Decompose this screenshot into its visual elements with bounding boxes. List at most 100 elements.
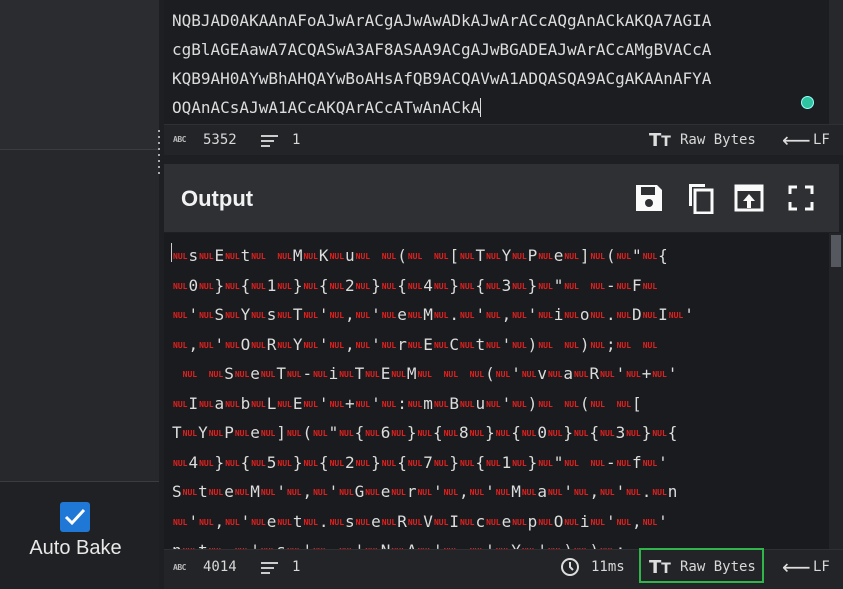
vertical-splitter[interactable] — [155, 130, 163, 190]
text-encoding-icon[interactable]: TT — [649, 130, 671, 151]
nul-char: NUL — [329, 517, 345, 527]
nul-char: NUL — [407, 281, 423, 291]
text-cursor — [480, 98, 482, 117]
nul-char: NUL — [642, 340, 658, 350]
eol-arrow-icon[interactable]: ⟵ — [782, 128, 811, 152]
nul-char: NUL — [381, 340, 397, 350]
nul-char: NUL — [564, 517, 579, 527]
nul-char: NUL — [365, 488, 380, 497]
copy-icon[interactable] — [683, 182, 715, 214]
nul-char: NUL — [460, 399, 475, 409]
output-eol[interactable]: LF — [813, 559, 830, 575]
nul-char: NUL — [303, 311, 318, 320]
nul-char: NUL — [225, 517, 240, 527]
nul-char: NUL — [460, 311, 475, 320]
nul-char: NUL — [433, 399, 449, 409]
nul-char: NUL — [303, 252, 318, 261]
nul-char: NUL — [391, 488, 406, 497]
nul-char: NUL — [564, 399, 579, 409]
nul-char: NUL — [521, 488, 537, 497]
nul-char: NUL — [433, 517, 449, 527]
nul-char: NUL — [329, 399, 345, 409]
nul-char: NUL — [303, 399, 318, 409]
scroll-thumb[interactable] — [831, 235, 841, 267]
input-line: NQBJAD0AKAAnAFoAJwArACgAJwAwADkAJwArACcA… — [172, 11, 712, 30]
input-scrollbar[interactable] — [829, 0, 843, 124]
nul-char: NUL — [512, 517, 527, 527]
nul-char: NUL — [277, 517, 292, 527]
nul-char: NUL — [251, 281, 266, 291]
nul-char: NUL — [616, 517, 632, 527]
nul-char: NUL — [407, 311, 423, 320]
nul-char: NUL — [303, 281, 318, 291]
maximise-icon[interactable] — [785, 182, 817, 214]
auto-bake-label: Auto Bake — [29, 537, 122, 559]
nul-char: NUL — [277, 399, 292, 409]
nul-char: NUL — [642, 311, 658, 320]
input-raw-bytes[interactable]: Raw Bytes — [680, 132, 756, 148]
input-char-count: 5352 — [203, 132, 237, 148]
nul-char: NUL — [642, 517, 658, 527]
save-icon[interactable] — [633, 182, 665, 214]
nul-char: NUL — [251, 340, 266, 350]
replace-input-icon[interactable] — [733, 182, 765, 214]
nul-char: NUL — [600, 370, 615, 379]
raw-bytes-highlight — [639, 548, 764, 583]
nul-char: NUL — [652, 488, 667, 497]
input-eol[interactable]: LF — [813, 132, 830, 148]
nul-char: NUL — [251, 458, 266, 468]
nul-char: NUL — [251, 311, 266, 320]
nul-char: NUL — [433, 252, 449, 261]
nul-char: NUL — [590, 517, 605, 527]
nul-char: NUL — [642, 281, 658, 291]
nul-char: NUL — [381, 281, 397, 291]
nul-char: NUL — [486, 252, 501, 261]
input-pane[interactable]: NQBJAD0AKAAnAFoAJwArACgAJwAwADkAJwArACcA… — [164, 0, 843, 124]
output-line: NUL0NUL}NUL{NUL1NUL}NUL{NUL2NUL}NUL{NUL4… — [173, 275, 658, 295]
nul-char: NUL — [642, 458, 658, 468]
nul-char: NUL — [303, 517, 318, 527]
nul-char: NUL — [616, 252, 632, 261]
nul-char: NUL — [564, 252, 579, 261]
nul-char: NUL — [225, 252, 240, 261]
nul-char: NUL — [277, 340, 292, 350]
nul-char: NUL — [260, 370, 276, 379]
output-scrollbar[interactable] — [829, 233, 843, 549]
output-header: Output — [164, 164, 839, 232]
output-char-count: 4014 — [203, 559, 237, 575]
input-textarea[interactable]: NQBJAD0AKAAnAFoAJwArACgAJwAwADkAJwArACcA… — [172, 6, 822, 122]
nul-char: NUL — [574, 429, 589, 438]
input-line-text: OQAnACsAJwA1ACcAKQArACcATwAnACkA — [172, 98, 481, 117]
output-text[interactable]: NULsNULENULtNUL NULMNULKNULuNUL NUL(NUL … — [172, 241, 822, 549]
nul-char: NUL — [433, 281, 449, 291]
nul-char: NUL — [469, 488, 485, 497]
nul-char: NUL — [277, 252, 292, 261]
nul-char: NUL — [417, 488, 432, 497]
nul-char: NUL — [303, 340, 318, 350]
nul-char: NUL — [173, 281, 188, 291]
nul-char: NUL — [564, 281, 579, 291]
clock-icon — [561, 558, 579, 576]
nul-char: NUL — [303, 458, 318, 468]
horizontal-splitter[interactable] — [478, 156, 524, 169]
output-pane[interactable]: NULsNULENULtNUL NULMNULKNULuNUL NUL(NUL … — [164, 233, 843, 549]
nul-char: NUL — [600, 488, 615, 497]
nul-char: NUL — [225, 281, 240, 291]
auto-bake-checkbox[interactable] — [60, 502, 90, 532]
nul-char: NUL — [538, 340, 553, 350]
nul-char: NUL — [495, 370, 511, 379]
nul-char: NUL — [234, 370, 250, 379]
output-line: NUL4NUL}NUL{NUL5NUL}NUL{NUL2NUL}NUL{NUL7… — [173, 452, 668, 472]
nul-char: NUL — [173, 399, 188, 409]
nul-char: NUL — [564, 458, 579, 468]
nul-char: NUL — [590, 311, 605, 320]
nul-char: NUL — [574, 370, 589, 379]
nul-char: NUL — [652, 429, 667, 438]
nul-char: NUL — [626, 488, 641, 497]
nul-char: NUL — [173, 458, 188, 468]
nul-char: NUL — [460, 252, 475, 261]
eol-arrow-icon[interactable]: ⟵ — [782, 555, 811, 579]
nul-char: NUL — [287, 370, 302, 379]
nul-char: NUL — [486, 281, 501, 291]
nul-char: NUL — [486, 458, 501, 468]
